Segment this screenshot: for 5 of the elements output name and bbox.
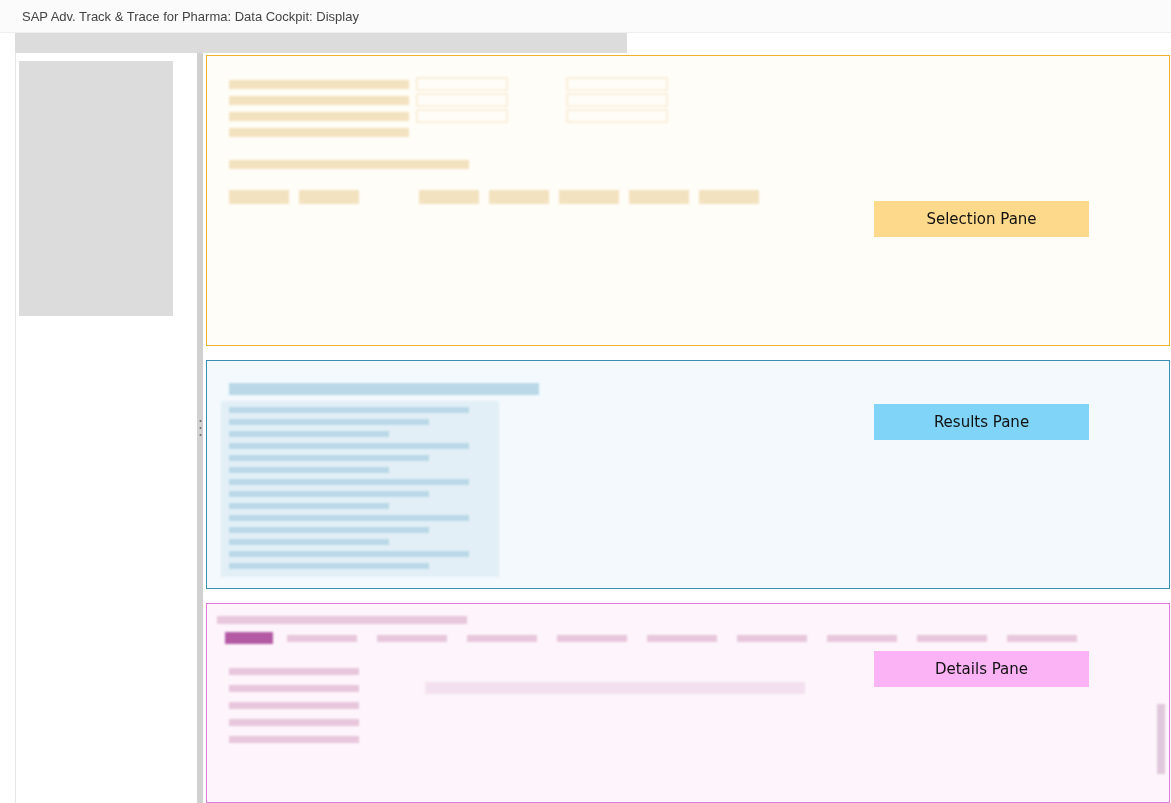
pane-label: Selection Pane	[874, 201, 1089, 237]
splitter-handle[interactable]	[197, 53, 203, 803]
pane-label: Results Pane	[874, 403, 1089, 440]
pane-label: Details Pane	[874, 650, 1089, 687]
window-title: SAP Adv. Track & Trace for Pharma: Data Cockpit: Display	[22, 8, 359, 24]
